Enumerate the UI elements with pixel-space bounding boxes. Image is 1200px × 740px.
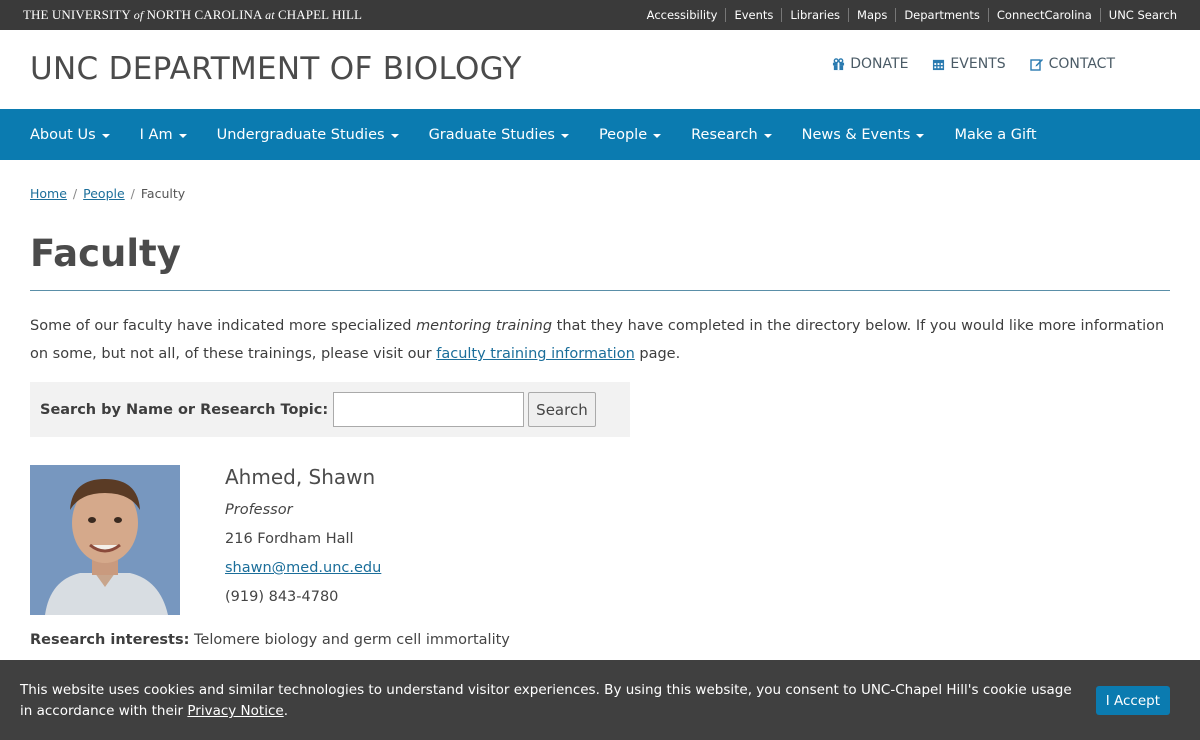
nav-label: Research <box>691 126 758 143</box>
university-name-at: at <box>265 8 275 22</box>
faculty-research: Research interests: Telomere biology and… <box>30 632 510 648</box>
breadcrumb-separator: / <box>130 186 135 201</box>
uni-link-unc-search[interactable]: UNC Search <box>1099 8 1177 22</box>
caret-down-icon <box>390 133 399 138</box>
nav-item-about-us[interactable]: About Us <box>30 127 110 143</box>
nav-label: People <box>598 126 648 143</box>
breadcrumb-separator: / <box>72 186 78 201</box>
faculty-name[interactable]: Ahmed, Shawn <box>225 465 375 489</box>
uni-link-connectcarolina[interactable]: ConnectCarolina <box>987 8 1100 22</box>
intro-text: Some of our faculty have indicated more … <box>30 312 1175 368</box>
intro-segment: page. <box>634 346 681 362</box>
uni-link-libraries[interactable]: Libraries <box>781 8 848 22</box>
breadcrumb-current: Faculty <box>140 186 186 201</box>
intro-emphasis: mentoring training <box>416 318 553 334</box>
nav-label: About Us <box>30 126 96 143</box>
main-nav: About Us I Am Undergraduate Studies Grad… <box>0 109 1200 160</box>
nav-label: Make a Gift <box>954 126 1037 143</box>
title-divider <box>30 290 1170 291</box>
uni-link-accessibility[interactable]: Accessibility <box>639 8 726 22</box>
search-input[interactable] <box>333 392 525 427</box>
site-header: UNC DEPARTMENT OF BIOLOGY DONATE EVENTS … <box>0 30 1200 109</box>
events-link[interactable]: EVENTS <box>932 56 1006 72</box>
events-label: EVENTS <box>950 56 1006 72</box>
contact-label: CONTACT <box>1048 56 1115 72</box>
caret-down-icon <box>560 133 569 138</box>
university-name-part: CHAPEL HILL <box>274 7 363 22</box>
cookie-text: This website uses cookies and similar te… <box>20 680 1080 722</box>
faculty-office: 216 Fordham Hall <box>225 531 354 547</box>
cookie-accept-button[interactable]: I Accept <box>1095 686 1170 715</box>
university-name[interactable]: THE UNIVERSITY of NORTH CAROLINA at CHAP… <box>23 7 362 23</box>
nav-item-i-am[interactable]: I Am <box>140 127 187 143</box>
nav-item-people[interactable]: People <box>598 126 662 143</box>
university-links: Accessibility Events Libraries Maps Depa… <box>639 8 1177 22</box>
faculty-title: Professor <box>225 502 293 518</box>
research-label: Research interests: <box>30 632 190 648</box>
nav-item-graduate-studies[interactable]: Graduate Studies <box>429 127 569 143</box>
page-title: Faculty <box>30 232 181 275</box>
caret-down-icon <box>916 133 925 138</box>
calendar-icon <box>932 58 945 71</box>
nav-label: Graduate Studies <box>428 126 555 143</box>
breadcrumb: Home / People / Faculty <box>30 186 185 201</box>
faculty-photo[interactable] <box>30 465 180 615</box>
donate-label: DONATE <box>850 56 909 72</box>
breadcrumb-home[interactable]: Home <box>30 186 67 201</box>
gift-icon <box>832 57 845 71</box>
site-title[interactable]: UNC DEPARTMENT OF BIOLOGY <box>30 51 522 87</box>
intro-segment: Some of our faculty have indicated more … <box>30 318 417 334</box>
caret-down-icon <box>101 133 110 138</box>
privacy-notice-link[interactable]: Privacy Notice <box>187 703 283 719</box>
caret-down-icon <box>653 133 662 138</box>
caret-down-icon <box>178 133 187 138</box>
nav-item-undergraduate-studies[interactable]: Undergraduate Studies <box>217 127 399 143</box>
search-label: Search by Name or Research Topic: <box>40 401 329 418</box>
faculty-email-link[interactable]: shawn@med.unc.edu <box>225 560 381 576</box>
faculty-phone: (919) 843-4780 <box>225 589 339 605</box>
uni-link-departments[interactable]: Departments <box>895 8 988 22</box>
caret-down-icon <box>763 133 772 138</box>
research-value: Telomere biology and germ cell immortali… <box>189 632 510 648</box>
faculty-search: Search by Name or Research Topic: Search <box>30 382 630 437</box>
contact-link[interactable]: CONTACT <box>1029 56 1115 72</box>
nav-item-make-a-gift[interactable]: Make a Gift <box>954 127 1036 143</box>
faculty-training-link[interactable]: faculty training information <box>436 346 635 362</box>
university-bar: THE UNIVERSITY of NORTH CAROLINA at CHAP… <box>0 0 1200 30</box>
utility-links: DONATE EVENTS CONTACT <box>832 56 1115 72</box>
university-name-of: of <box>133 8 144 22</box>
uni-link-maps[interactable]: Maps <box>848 8 895 22</box>
cookie-banner: This website uses cookies and similar te… <box>0 660 1200 740</box>
nav-label: I Am <box>139 126 173 143</box>
uni-link-events[interactable]: Events <box>725 8 781 22</box>
nav-item-research[interactable]: Research <box>691 127 772 143</box>
search-button[interactable]: Search <box>528 392 596 427</box>
cookie-text-end: . <box>283 703 288 719</box>
nav-label: Undergraduate Studies <box>216 126 385 143</box>
edit-icon <box>1029 57 1044 71</box>
nav-label: News & Events <box>801 126 911 143</box>
university-name-part: THE UNIVERSITY <box>23 7 134 22</box>
university-name-part: NORTH CAROLINA <box>143 7 266 22</box>
cookie-text-body: This website uses cookies and similar te… <box>20 682 1072 719</box>
nav-item-news-events[interactable]: News & Events <box>802 127 925 143</box>
breadcrumb-people[interactable]: People <box>83 186 125 201</box>
donate-link[interactable]: DONATE <box>832 56 908 72</box>
